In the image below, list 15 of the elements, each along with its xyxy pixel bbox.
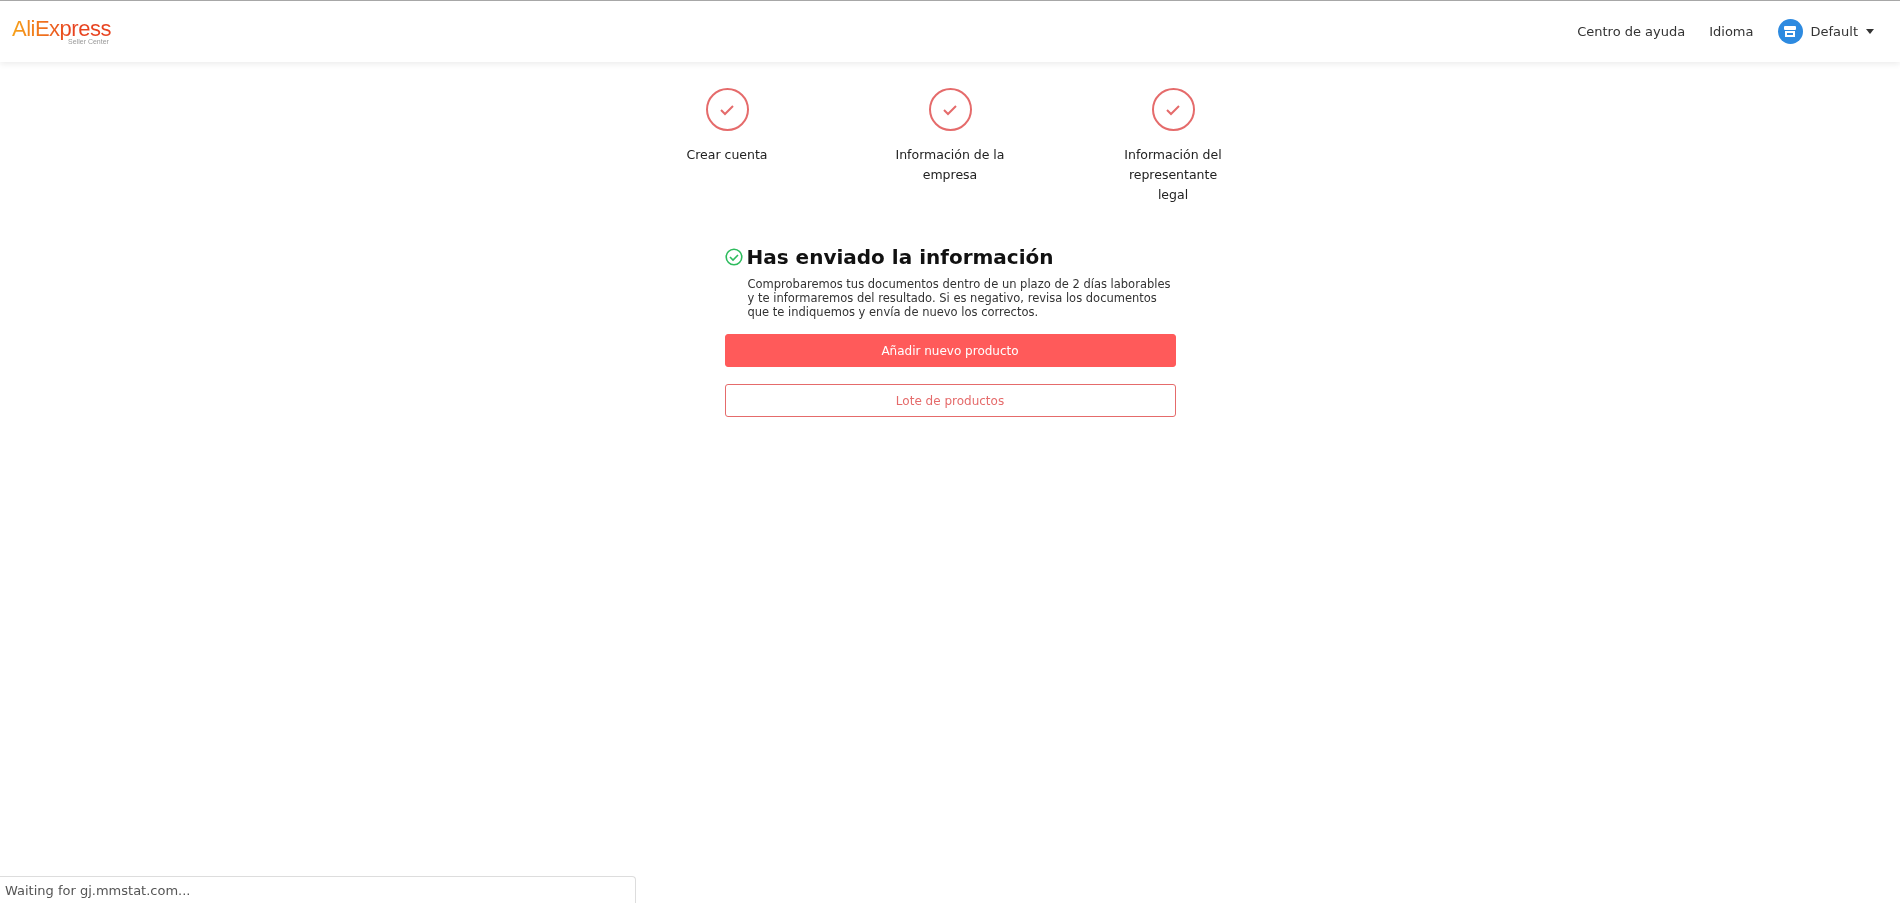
check-icon — [1165, 103, 1181, 116]
header-link[interactable]: Centro de ayuda — [1577, 24, 1686, 39]
account-name[interactable]: Default — [1810, 24, 1858, 39]
step-label: Información del representante legal — [1123, 146, 1223, 204]
caret-icon[interactable] — [1866, 29, 1874, 34]
result-title: Has enviado la información — [746, 245, 1054, 269]
status-bar: Waiting for gj.mmstat.com... — [0, 876, 636, 903]
check-icon — [942, 103, 958, 116]
success-check-icon — [724, 248, 743, 266]
step-label: Crear cuenta — [685, 146, 769, 164]
check-icon — [719, 103, 735, 116]
result-message: Comprobaremos tus documentos dentro de un plazo de 2 días laborables y te informaremos del resultado. Si es negativo, revisa los documentos que te indiquemos y envía de nuevo los correctos. — [747, 277, 1172, 319]
step-label: Información de la empresa — [895, 146, 1005, 184]
store-avatar-icon[interactable] — [1777, 19, 1803, 44]
header-link[interactable]: Idioma — [1709, 24, 1754, 39]
